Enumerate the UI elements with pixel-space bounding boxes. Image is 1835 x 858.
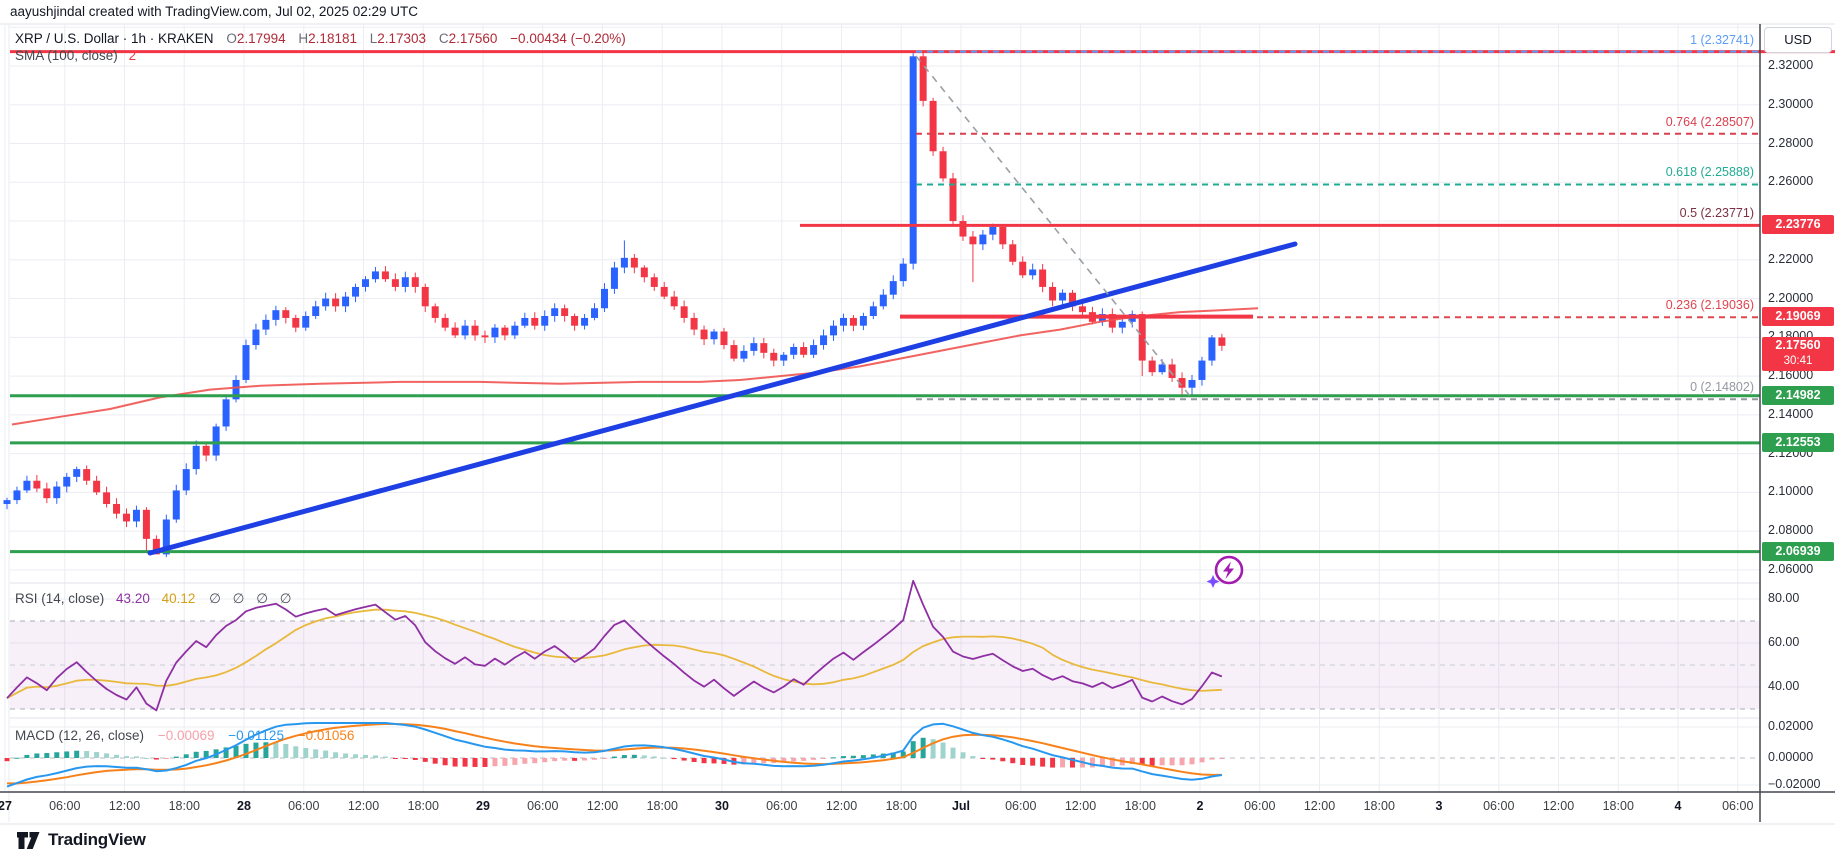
- price-axis-label: 2.28000: [1768, 135, 1814, 150]
- time-axis-label: 18:00: [885, 799, 917, 813]
- fib-level-label: 1 (2.32741): [1690, 32, 1754, 47]
- macd-label: MACD (12, 26, close): [15, 728, 145, 743]
- macd-line-value: −0.01125: [228, 728, 284, 743]
- price-axis-label: 2.08000: [1768, 523, 1814, 538]
- time-axis-label: 06:00: [1005, 799, 1037, 813]
- sma-legend-row[interactable]: SMA (100, close) 2: [15, 48, 136, 63]
- rsi-axis-label: 60.00: [1768, 635, 1800, 649]
- low-value: 2.17303: [377, 31, 427, 46]
- sma-value: 2: [128, 48, 137, 63]
- time-axis-day-label: 28: [237, 799, 251, 813]
- macd-axis-label: 0.02000: [1768, 719, 1814, 733]
- time-axis-day-label: Jul: [951, 799, 971, 813]
- macd-legend-row[interactable]: MACD (12, 26, close) −0.00069 −0.01125 −…: [15, 728, 354, 743]
- time-axis-day-label: 2: [1196, 799, 1204, 813]
- fib-level-label: 0 (2.14802): [1690, 380, 1754, 395]
- high-value: 2.18181: [308, 31, 357, 46]
- time-axis-label: 18:00: [1363, 799, 1395, 813]
- time-axis-day-label: 27: [0, 799, 12, 813]
- macd-signal-value: −0.01056: [297, 728, 355, 743]
- fib-level-label: 0.236 (2.19036): [1665, 298, 1754, 313]
- time-axis-day-label: 29: [476, 799, 490, 813]
- lightning-bolt-icon[interactable]: [1204, 550, 1248, 594]
- macd-axis-label: −0.02000: [1768, 777, 1821, 791]
- fib-level-label: 0.618 (2.25888): [1665, 165, 1754, 180]
- time-axis-label: 12:00: [347, 799, 380, 813]
- time-axis-label: 06:00: [288, 799, 320, 813]
- bar-countdown: 30:41: [1783, 355, 1813, 367]
- time-axis-label: 12:00: [1542, 799, 1575, 813]
- time-axis-label: 12:00: [586, 799, 619, 813]
- currency-toggle-button[interactable]: USD: [1764, 27, 1832, 53]
- time-axis-label: 12:00: [1064, 799, 1097, 813]
- time-axis-label: 18:00: [646, 799, 678, 813]
- time-axis-day-label: 3: [1435, 799, 1443, 813]
- time-axis-label: 12:00: [1303, 799, 1336, 813]
- time-axis-label: 18:00: [407, 799, 439, 813]
- rsi-label: RSI (14, close): [15, 591, 105, 606]
- symbol-legend-row[interactable]: XRP / U.S. Dollar · 1h · KRAKEN O2.17994…: [15, 31, 626, 46]
- rsi-axis-label: 80.00: [1768, 591, 1800, 605]
- price-line-badge: 2.19069: [1762, 306, 1834, 326]
- price-line-badge: 2.23776: [1762, 215, 1834, 235]
- time-axis-label: 18:00: [1124, 799, 1156, 813]
- macd-hist-value: −0.00069: [157, 728, 215, 743]
- tradingview-logo-text: TradingView: [48, 830, 146, 849]
- rsi-axis-label: 40.00: [1768, 679, 1800, 693]
- time-axis-label: 06:00: [766, 799, 798, 813]
- price-axis-label: 2.32000: [1768, 58, 1814, 72]
- symbol-title: XRP / U.S. Dollar · 1h · KRAKEN: [15, 31, 214, 46]
- rsi-ma-value: 40.12: [161, 591, 196, 606]
- current-price-badge: 2.17560 30:41: [1762, 337, 1834, 371]
- rsi-empty-values: ∅ ∅ ∅ ∅: [209, 591, 296, 606]
- time-axis-day-label: 4: [1674, 799, 1682, 813]
- time-axis-label: 12:00: [108, 799, 141, 813]
- macd-axis-label: 0.00000: [1768, 750, 1814, 764]
- time-axis-label: 12:00: [825, 799, 858, 813]
- price-line-badge: 2.12553: [1762, 432, 1834, 452]
- price-line-badge: 2.06939: [1762, 541, 1834, 561]
- rsi-value: 43.20: [116, 591, 150, 606]
- change-value: −0.00434 (−0.20%): [510, 31, 626, 46]
- high-key: H: [298, 31, 309, 46]
- price-axis-label: 2.22000: [1768, 251, 1814, 266]
- price-line-badge: 2.14982: [1762, 385, 1834, 405]
- price-axis-label: 2.20000: [1768, 290, 1814, 305]
- price-axis-label: 2.26000: [1768, 174, 1814, 189]
- close-value: 2.17560: [448, 31, 498, 46]
- open-value: 2.17994: [236, 31, 286, 46]
- price-axis-label: 2.30000: [1768, 96, 1814, 111]
- time-axis-label: 18:00: [168, 799, 200, 813]
- time-axis-label: 06:00: [1244, 799, 1276, 813]
- tradingview-chart-window: aayushjindal created with TradingView.co…: [0, 0, 1835, 858]
- close-key: C: [438, 31, 449, 46]
- time-axis-label: 18:00: [1602, 799, 1634, 813]
- time-axis-label: 06:00: [1722, 799, 1754, 813]
- open-key: O: [226, 31, 237, 46]
- time-axis-label: 06:00: [1483, 799, 1515, 813]
- price-axis-label: 2.10000: [1768, 484, 1814, 499]
- sma-label: SMA (100, close): [15, 48, 118, 63]
- tradingview-logo[interactable]: TradingView: [16, 830, 146, 850]
- time-axis-label: 06:00: [49, 799, 81, 813]
- rsi-legend-row[interactable]: RSI (14, close) 43.20 40.12 ∅ ∅ ∅ ∅: [15, 591, 295, 607]
- current-price-value: 2.17560: [1775, 338, 1821, 352]
- price-axis-label: 2.06000: [1768, 561, 1814, 576]
- price-axis-label: 2.14000: [1768, 406, 1814, 421]
- fib-level-label: 0.764 (2.28507): [1665, 114, 1754, 129]
- tradingview-logo-icon: [17, 831, 40, 849]
- time-axis-label: 06:00: [527, 799, 559, 813]
- time-axis-day-label: 30: [715, 799, 729, 813]
- fib-level-label: 0.5 (2.23771): [1679, 206, 1754, 221]
